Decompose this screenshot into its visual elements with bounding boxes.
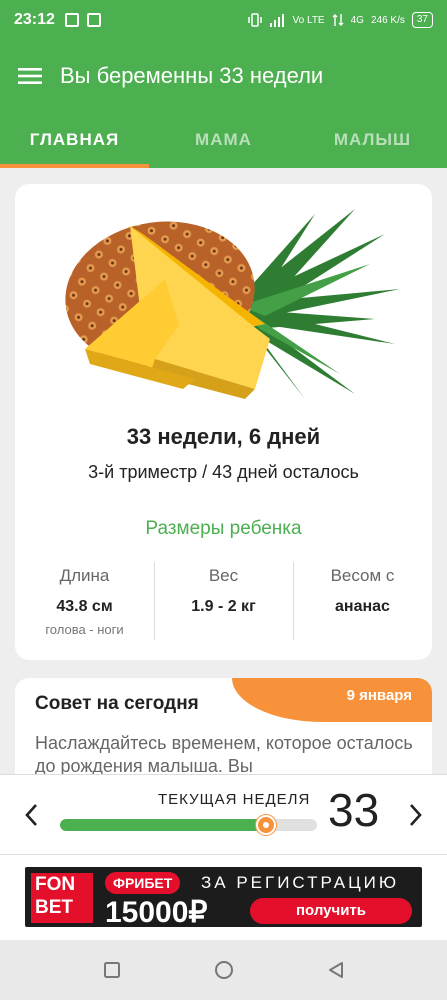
page-title: Вы беременны 33 недели [60,63,324,88]
tab-main[interactable]: ГЛАВНАЯ [0,112,149,168]
stat-length-note: голова - ноги [45,622,124,637]
status-bar: 23:12 Vo LTE 4G 246 K/s 37 [0,0,447,40]
status-right: Vo LTE 4G 246 K/s 37 [247,12,433,28]
status-left-icons [64,13,101,27]
system-nav-bar [0,940,447,1000]
pineapple-image [65,209,400,399]
current-week-number: 33 [328,784,380,836]
ad-area: FON BET ФРИБЕТ ЗА РЕГИСТРАЦИЮ 15000₽ пол… [0,854,447,940]
recent-apps-button[interactable] [101,959,123,981]
tip-title: Совет на сегодня [35,693,199,714]
ad-registration-text: ЗА РЕГИСТРАЦИЮ [201,873,400,892]
vibrate-icon [247,13,262,27]
activity-notification-icon [86,13,101,27]
stat-weight-label: Вес [208,566,239,585]
week-selector: ТЕКУЩАЯ НЕДЕЛЯ 33 [0,774,447,854]
ad-promo-label: ФРИБЕТ [105,872,181,894]
week-slider-thumb[interactable] [255,815,276,835]
week-progress-track[interactable] [60,819,317,831]
stat-comparison-label: Весом с [330,566,395,585]
square-icon [103,962,120,978]
signal-icon [269,14,284,27]
battery-indicator: 37 [411,12,433,28]
tab-mom[interactable]: МАМА [149,112,298,168]
stat-weight: Вес 1.9 - 2 кг [154,562,293,642]
stat-length-value: 43.8 см [56,598,113,615]
triangle-back-icon [328,962,343,978]
stat-size-comparison: Весом с ананас [293,562,432,642]
ad-get-button[interactable]: получить [250,898,412,924]
next-week-button[interactable] [401,793,431,837]
baby-sizes-link[interactable]: Размеры ребенка [15,518,432,540]
chevron-right-icon [410,804,422,826]
back-button[interactable] [325,959,347,981]
tab-baby[interactable]: МАЛЫШ [298,112,447,168]
network-speed: 246 K/s [370,14,405,26]
status-time: 23:12 [14,11,55,28]
tab-bar: ГЛАВНАЯ МАМА МАЛЫШ [0,112,447,168]
tip-text: Наслаждайтесь временем, которое осталось… [35,733,413,776]
tip-date: 9 января [346,687,412,704]
menu-button[interactable] [0,40,60,112]
stat-weight-value: 1.9 - 2 кг [191,598,256,615]
ad-banner[interactable]: FON BET ФРИБЕТ ЗА РЕГИСТРАЦИЮ 15000₽ пол… [25,867,422,927]
home-button[interactable] [213,959,235,981]
hamburger-menu-icon [18,68,42,84]
pregnancy-weeks-heading: 33 недели, 6 дней [126,424,321,449]
network-type: Vo LTE [292,14,325,26]
chevron-left-icon [25,804,37,826]
trimester-info: 3-й триместр / 43 дней осталось [88,462,359,482]
signal-label: 4G [350,14,364,26]
data-arrows-icon [332,14,344,26]
previous-week-button[interactable] [16,793,46,837]
stat-length-label: Длина [59,566,110,585]
app-bar: Вы беременны 33 недели [0,40,447,112]
ad-amount: 15000₽ [105,896,208,927]
stat-comparison-value: ананас [335,598,390,615]
pregnancy-week-card: 33 недели, 6 дней 3-й триместр / 43 дней… [15,184,432,660]
circle-icon [214,961,233,979]
download-notification-icon [64,13,79,27]
current-week-label: ТЕКУЩАЯ НЕДЕЛЯ [158,791,311,808]
baby-stats: Длина 43.8 см голова - ноги Вес 1.9 - 2 … [15,562,432,642]
stat-length: Длина 43.8 см голова - ноги [15,562,154,642]
ad-logo: FON BET [31,873,93,923]
week-progress-fill [60,819,266,831]
